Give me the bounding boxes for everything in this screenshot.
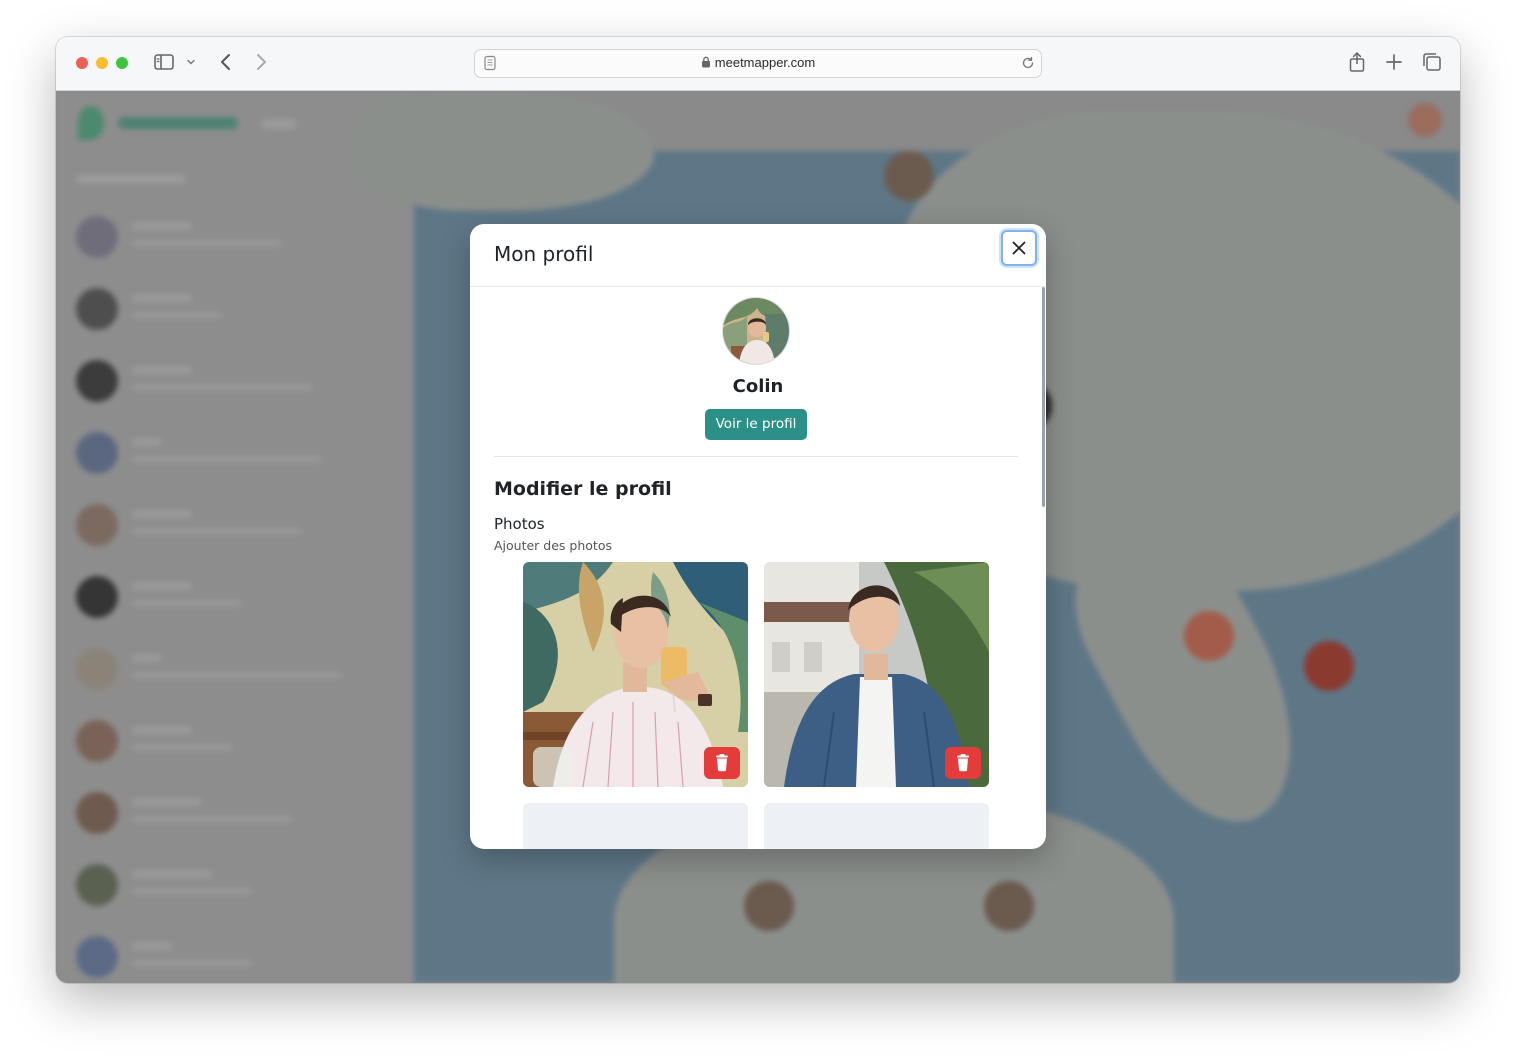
modal-body: Colin Voir le profil Modifier le profil … [470, 287, 1046, 849]
page-content: Mon profil Colin Voir le profil Modifier… [56, 91, 1460, 983]
chevron-down-icon[interactable] [185, 56, 197, 68]
modal-title: Mon profil [494, 242, 594, 266]
photos-label: Photos [494, 515, 545, 533]
photo-slot-4[interactable] [764, 803, 989, 849]
back-icon[interactable] [216, 51, 236, 73]
profile-modal: Mon profil Colin Voir le profil Modifier… [470, 224, 1046, 849]
minimize-window-button[interactable] [96, 57, 108, 69]
profile-photo-2[interactable] [764, 562, 989, 787]
forward-icon[interactable] [251, 51, 271, 73]
divider [494, 456, 1018, 457]
contacts-sidebar [56, 91, 414, 983]
modal-scrollbar[interactable] [1042, 287, 1045, 507]
plus-icon[interactable] [1384, 51, 1404, 73]
sidebar-icon[interactable] [153, 51, 175, 73]
close-button[interactable] [1001, 230, 1037, 266]
delete-photo-2-button[interactable] [945, 747, 981, 779]
url-label: meetmapper.com [714, 55, 816, 70]
tabs-icon[interactable] [1421, 51, 1443, 73]
trash-icon [957, 754, 969, 772]
close-window-button[interactable] [76, 57, 88, 69]
view-profile-button[interactable]: Voir le profil [705, 409, 807, 440]
avatar [722, 297, 790, 365]
url-text: meetmapper.com [475, 55, 1041, 70]
close-icon [1012, 241, 1026, 255]
section-title: Modifier le profil [494, 478, 672, 500]
trash-icon [716, 754, 728, 772]
share-icon[interactable] [1347, 50, 1367, 74]
lock-icon [701, 56, 710, 68]
browser-toolbar: meetmapper.com [56, 37, 1460, 91]
address-bar[interactable]: meetmapper.com [474, 49, 1042, 78]
delete-photo-1-button[interactable] [704, 747, 740, 779]
modal-header: Mon profil [470, 224, 1046, 287]
browser-window: meetmapper.com Mon profil Colin Voir le … [56, 37, 1460, 983]
profile-photo-1[interactable] [523, 562, 748, 787]
add-photos-link[interactable]: Ajouter des photos [494, 538, 612, 553]
maximize-window-button[interactable] [116, 57, 128, 69]
photo-slot-3[interactable] [523, 803, 748, 849]
reload-icon[interactable] [1021, 56, 1035, 70]
profile-name: Colin [732, 376, 784, 397]
